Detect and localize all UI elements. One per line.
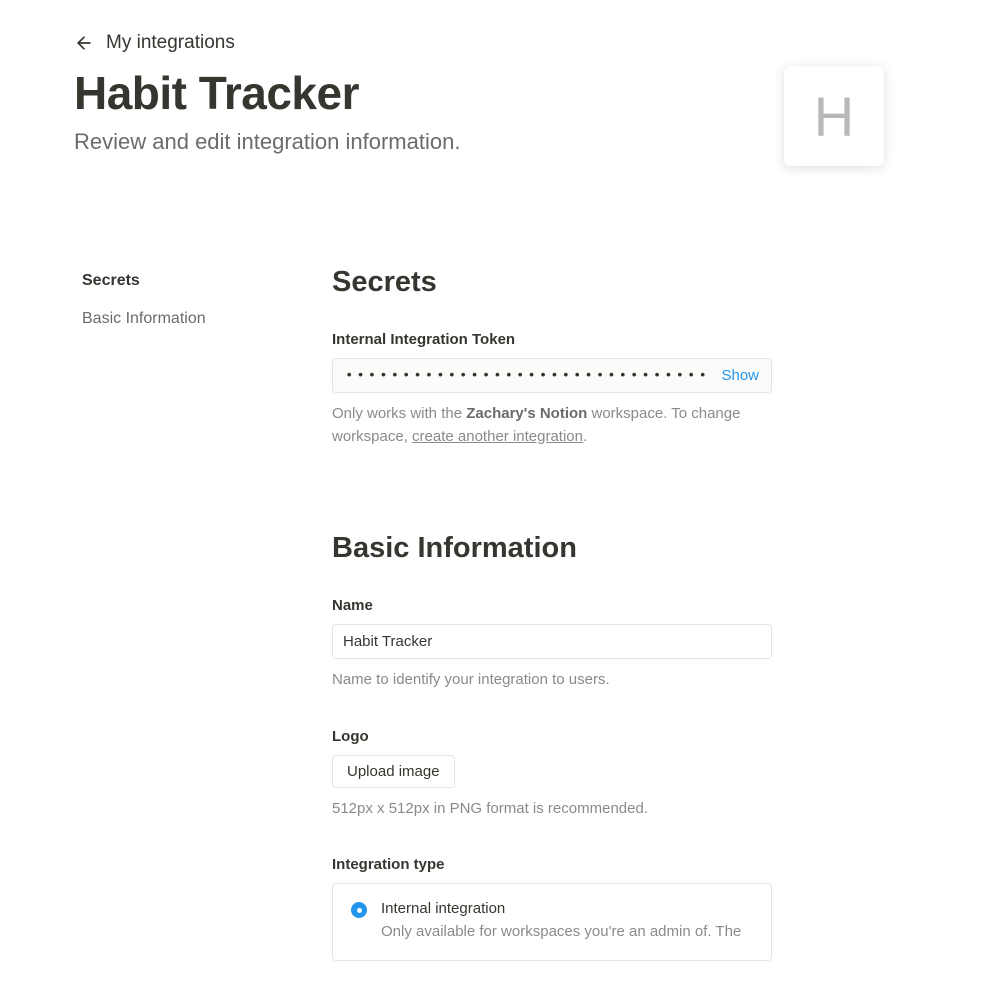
breadcrumb-label: My integrations: [106, 32, 235, 54]
integration-type-label: Integration type: [332, 856, 772, 873]
upload-image-button[interactable]: Upload image: [332, 755, 455, 788]
logo-label: Logo: [332, 728, 772, 745]
create-integration-link[interactable]: create another integration: [412, 428, 583, 445]
token-help-text: Only works with the Zachary's Notion wor…: [332, 403, 772, 448]
breadcrumb-back[interactable]: My integrations: [74, 32, 924, 54]
integration-type-option-internal[interactable]: Internal integration Only available for …: [332, 883, 772, 961]
sidebar: Secrets Basic Information: [74, 266, 332, 997]
name-help-text: Name to identify your integration to use…: [332, 669, 772, 692]
sidebar-item-secrets[interactable]: Secrets: [82, 266, 332, 296]
page-title: Habit Tracker: [74, 66, 784, 121]
sidebar-item-basic-information[interactable]: Basic Information: [82, 304, 332, 334]
basic-information-heading: Basic Information: [332, 532, 772, 565]
radio-option-title: Internal integration: [381, 900, 753, 917]
secrets-heading: Secrets: [332, 266, 772, 299]
name-input[interactable]: [332, 624, 772, 659]
token-box: ••••••••••••••••••••••••••••••••••••••••…: [332, 358, 772, 393]
integration-logo-tile: H: [784, 66, 884, 166]
page-subtitle: Review and edit integration information.: [74, 129, 784, 155]
radio-selected-icon: [351, 902, 367, 918]
token-label: Internal Integration Token: [332, 331, 772, 348]
token-masked-value: ••••••••••••••••••••••••••••••••••••••••…: [345, 368, 709, 384]
workspace-name: Zachary's Notion: [466, 405, 587, 422]
arrow-left-icon: [74, 33, 94, 53]
name-label: Name: [332, 597, 772, 614]
radio-option-desc: Only available for workspaces you're an …: [381, 921, 753, 944]
logo-help-text: 512px x 512px in PNG format is recommend…: [332, 798, 772, 821]
show-token-button[interactable]: Show: [721, 367, 759, 384]
